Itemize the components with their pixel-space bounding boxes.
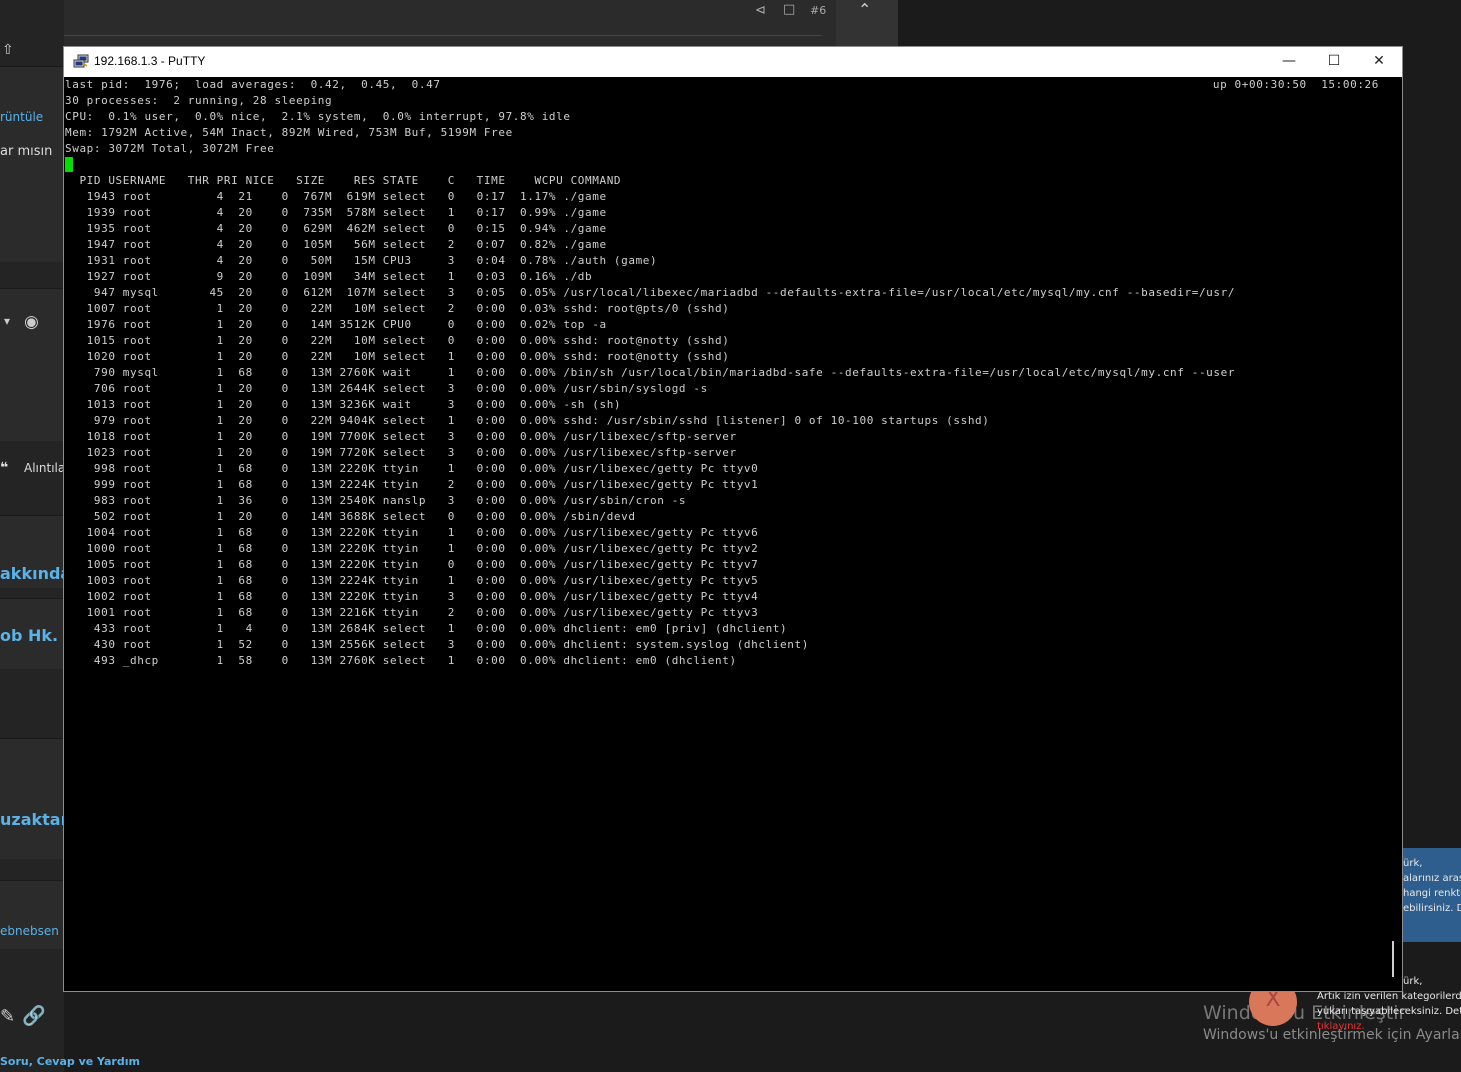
process-row: 1015 root 1 20 0 22M 10M select 0 0:00 0… [65,334,730,347]
process-row: 493 _dhcp 1 58 0 13M 2760K select 1 0:00… [65,654,737,667]
summary-line: CPU: 0.1% user, 0.0% nice, 2.1% system, … [65,110,571,123]
background-sidebar [0,0,64,1072]
quote-icon: ❝ [0,460,9,476]
edit-icon[interactable]: ✎ [0,1006,15,1027]
notification-line: ürk, [1403,976,1423,987]
bg-panel [0,66,64,262]
notification-link[interactable]: tıklayınız. [1317,1021,1365,1032]
bg-panel [0,288,64,441]
terminal[interactable]: last pid: 1976; load averages: 0.42, 0.4… [65,77,1387,991]
process-row: 1943 root 4 21 0 767M 619M select 0 0:17… [65,190,607,203]
summary-line: Mem: 1792M Active, 54M Inact, 892M Wired… [65,126,513,139]
notification-line: alarınız arası [1403,873,1461,884]
process-row: 1018 root 1 20 0 19M 7700K select 3 0:00… [65,430,737,443]
notification-line: ürk, [1403,858,1423,869]
process-row: 790 mysql 1 68 0 13M 2760K wait 1 0:00 0… [65,366,1236,379]
column-header-row: PID USERNAME THR PRI NICE SIZE RES STATE… [65,174,622,187]
process-row: 998 root 1 68 0 13M 2220K ttyin 1 0:00 0… [65,462,759,475]
bg-thread-link[interactable]: uzaktan [0,810,72,829]
bg-panel [0,880,64,949]
chevron-up-icon[interactable]: ⌃ [858,0,871,19]
notification-line: hangi renkte [1403,888,1461,899]
close-button[interactable]: ✕ [1356,47,1402,77]
breadcrumb[interactable]: Soru, Cevap ve Yardım [0,1055,140,1068]
process-row: 1007 root 1 20 0 22M 10M select 2 0:00 0… [65,302,730,315]
process-row: 947 mysql 45 20 0 612M 107M select 3 0:0… [65,286,1236,299]
post-counter[interactable]: #6 [810,4,826,17]
process-row: 1023 root 1 20 0 19M 7720K select 3 0:00… [65,446,737,459]
divider [64,35,822,36]
title-bar[interactable]: 192.168.1.3 - PuTTY — ☐ ✕ [64,47,1402,77]
process-row: 1020 root 1 20 0 22M 10M select 1 0:00 0… [65,350,730,363]
bg-text: ar mısın [0,144,53,159]
background-top-bar [64,0,898,47]
upload-icon[interactable]: ⇧ [2,42,14,58]
notification-line: yukarı taşıyabileceksiniz. Detay [1317,1006,1461,1017]
process-row: 1947 root 4 20 0 105M 56M select 2 0:07 … [65,238,607,251]
bg-quote-button[interactable]: Alıntıla [24,461,65,475]
process-row: 706 root 1 20 0 13M 2644K select 3 0:00 … [65,382,708,395]
notification-line: Artık izin verilen kategorilerde [1317,991,1461,1002]
process-row: 1939 root 4 20 0 735M 578M select 1 0:17… [65,206,607,219]
process-row: 1004 root 1 68 0 13M 2220K ttyin 1 0:00 … [65,526,759,539]
process-row: 430 root 1 52 0 13M 2556K select 3 0:00 … [65,638,809,651]
palette-icon[interactable]: ◉ [24,312,39,332]
uptime-clock: up 0+00:30:50 15:00:26 [1212,78,1379,91]
summary-line: Swap: 3072M Total, 3072M Free [65,142,275,155]
process-row: 979 root 1 20 0 22M 9404K select 1 0:00 … [65,414,990,427]
notification-line: ebilirsiniz. De [1403,903,1461,914]
process-row: 1935 root 4 20 0 629M 462M select 0 0:15… [65,222,607,235]
process-row: 1927 root 9 20 0 109M 34M select 1 0:03 … [65,270,593,283]
process-row: 1976 root 1 20 0 14M 3512K CPU0 0 0:00 0… [65,318,607,331]
terminal-output: last pid: 1976; load averages: 0.42, 0.4… [65,77,1387,669]
scrollbar-thumb[interactable] [1392,941,1394,977]
share-icon[interactable]: ⊲ [755,3,766,18]
process-row: 502 root 1 20 0 14M 3688K select 0 0:00 … [65,510,636,523]
summary-line: last pid: 1976; load averages: 0.42, 0.4… [65,78,441,91]
process-row: 1931 root 4 20 0 50M 15M CPU3 3 0:04 0.7… [65,254,658,267]
process-row: 1000 root 1 68 0 13M 2220K ttyin 1 0:00 … [65,542,759,555]
bg-thread-link[interactable]: ob Hk. [0,626,58,645]
putty-icon [73,54,89,68]
process-row: 1005 root 1 68 0 13M 2220K ttyin 0 0:00 … [65,558,759,571]
process-row: 999 root 1 68 0 13M 2224K ttyin 2 0:00 0… [65,478,759,491]
cursor [65,157,73,172]
process-row: 1003 root 1 68 0 13M 2224K ttyin 1 0:00 … [65,574,759,587]
putty-window[interactable]: 192.168.1.3 - PuTTY — ☐ ✕ last pid: 1976… [63,46,1403,992]
maximize-button[interactable]: ☐ [1311,47,1357,77]
bg-thread-link[interactable]: akkında [0,564,71,583]
window-title: 192.168.1.3 - PuTTY [94,54,206,68]
process-row: 1002 root 1 68 0 13M 2220K ttyin 3 0:00 … [65,590,759,603]
bg-user-link[interactable]: ebnebsen [0,924,59,938]
process-row: 1013 root 1 20 0 13M 3236K wait 3 0:00 0… [65,398,622,411]
bg-link-view[interactable]: rüntüle [0,110,43,124]
process-row: 433 root 1 4 0 13M 2684K select 1 0:00 0… [65,622,788,635]
dropdown-icon[interactable]: ▾ [4,314,10,328]
link-icon[interactable]: 🔗 [22,1004,46,1027]
bg-panel [0,738,64,859]
summary-line: 30 processes: 2 running, 28 sleeping [65,94,333,107]
process-row: 1001 root 1 68 0 13M 2216K ttyin 2 0:00 … [65,606,759,619]
process-row: 983 root 1 36 0 13M 2540K nanslp 3 0:00 … [65,494,687,507]
bookmark-icon[interactable]: □ [783,2,795,17]
minimize-button[interactable]: — [1266,47,1312,77]
scrollbar[interactable] [1387,77,1402,991]
